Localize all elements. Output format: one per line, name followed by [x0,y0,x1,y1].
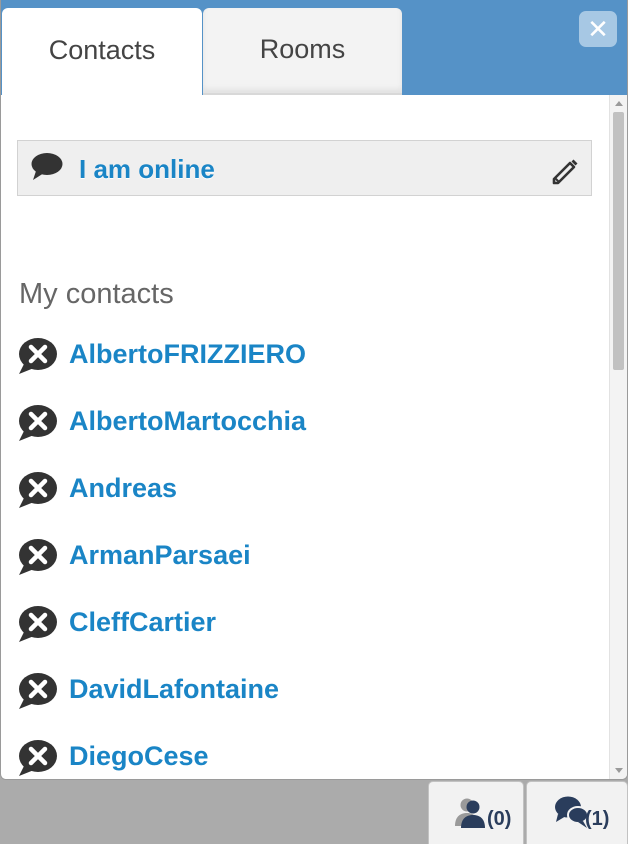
offline-bubble-icon [16,605,58,650]
scroll-up-icon[interactable] [615,101,623,106]
tab-rooms-label: Rooms [259,34,346,64]
contact-list: AlbertoFRIZZIERO AlbertoMartocchia Andre… [2,333,602,779]
scroll-down-icon[interactable] [615,768,623,773]
offline-bubble-icon [16,471,58,516]
offline-bubble-icon [16,538,58,583]
chats-toggle-button[interactable]: (1) [526,781,628,844]
contact-item[interactable]: AlbertoFRIZZIERO [2,333,602,400]
status-selector[interactable]: I am online [17,140,592,196]
contact-name[interactable]: AlbertoMartocchia [69,406,306,437]
pencil-icon[interactable] [548,155,580,192]
offline-bubble-icon [16,672,58,717]
contact-item[interactable]: AlbertoMartocchia [2,400,602,467]
chat-panel: Contacts Rooms ✕ I am online My contacts… [0,0,628,780]
contact-item[interactable]: Andreas [2,467,602,534]
contact-item[interactable]: DiegoCese [2,735,602,779]
contact-name[interactable]: Andreas [69,473,177,504]
tab-rooms[interactable]: Rooms [203,8,402,95]
my-contacts-heading: My contacts [19,278,174,310]
offline-bubble-icon [16,337,58,382]
contact-name[interactable]: CleffCartier [69,607,216,638]
contacts-toggle-button[interactable]: (0) [428,781,524,844]
close-icon: ✕ [587,13,609,44]
contact-item[interactable]: ArmanParsaei [2,534,602,601]
tab-contacts[interactable]: Contacts [2,8,202,95]
offline-bubble-icon [16,739,58,779]
tab-bar: Contacts Rooms ✕ [1,0,627,95]
status-text[interactable]: I am online [79,154,215,185]
contacts-count: (0) [487,808,512,830]
vertical-scrollbar[interactable] [609,95,627,779]
contact-name[interactable]: ArmanParsaei [69,540,251,571]
user-icon [454,796,488,835]
contact-item[interactable]: DavidLafontaine [2,668,602,735]
contact-name[interactable]: DiegoCese [69,741,209,772]
chat-bubble-icon [30,152,64,187]
contact-name[interactable]: DavidLafontaine [69,674,279,705]
contacts-content: I am online My contacts AlbertoFRIZZIERO [2,95,609,779]
contact-name[interactable]: AlbertoFRIZZIERO [69,339,306,370]
offline-bubble-icon [16,404,58,449]
contact-item[interactable]: CleffCartier [2,601,602,668]
tab-contacts-label: Contacts [48,35,156,65]
chats-count: (1) [585,808,610,830]
scrollbar-thumb[interactable] [613,112,624,370]
close-button[interactable]: ✕ [579,11,617,47]
